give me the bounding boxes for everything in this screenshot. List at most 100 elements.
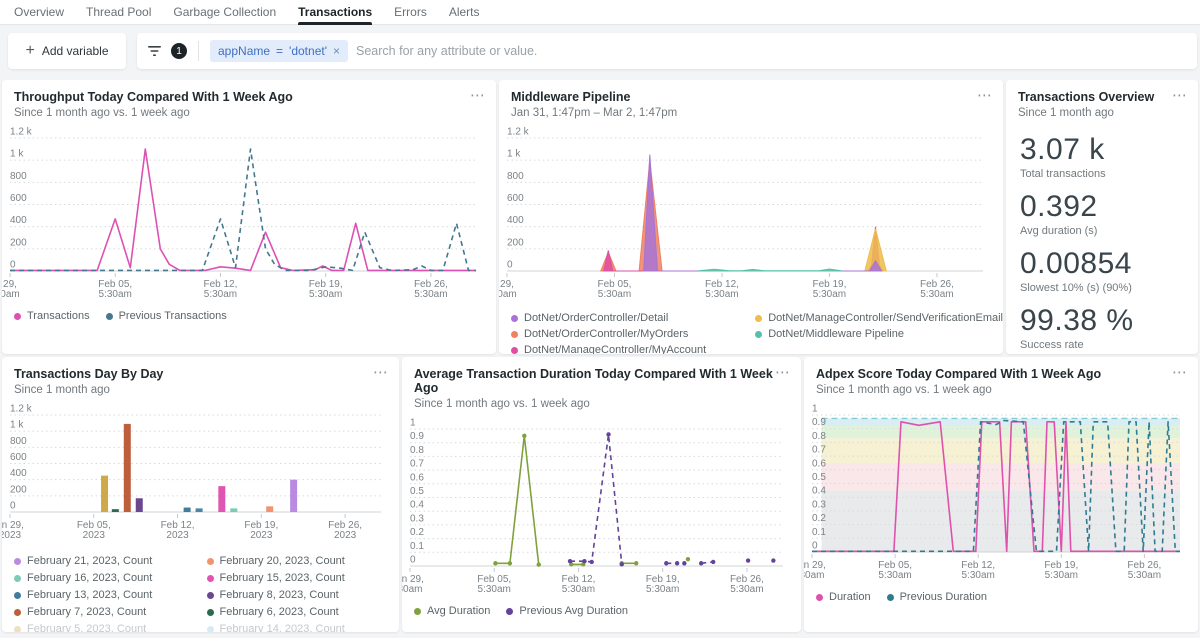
throughput-chart[interactable]: 1.2 k1 k800600400200029,0amFeb 05,5:30am… [2,123,482,301]
metric-value: 99.38 % [1020,304,1198,338]
svg-text:0.5: 0.5 [410,486,424,497]
legend-label: DotNet/Middleware Pipeline [768,328,904,340]
legend-label: DotNet/OrderController/MyOrders [524,328,688,340]
svg-text:5:30am: 5:30am [99,289,132,300]
legend-label: DotNet/OrderController/Detail [524,312,668,324]
panel-subtitle: Since 1 month ago vs. 1 week ago [816,384,1186,396]
panel-avg-duration: Average Transaction Duration Today Compa… [402,357,801,632]
legend-item[interactable]: February 14, 2023, Count [207,623,400,632]
legend-item[interactable]: Previous Transactions [106,310,227,322]
metric-avg-duration: 0.392 Avg duration (s) [1020,190,1198,237]
legend-item[interactable]: DotNet/ManageController/MyAccount [511,344,755,354]
svg-text:5:30am: 5:30am [1128,570,1161,581]
add-variable-label: Add variable [42,44,109,58]
svg-text:0.4: 0.4 [812,486,826,497]
panel-menu-button[interactable]: ⋯ [373,363,389,381]
svg-text:0.5: 0.5 [812,472,826,483]
svg-text:0.6: 0.6 [812,458,826,469]
legend-item[interactable]: February 8, 2023, Count [207,589,400,601]
legend-item[interactable]: February 16, 2023, Count [14,572,207,584]
legend-item[interactable]: February 7, 2023, Count [14,606,207,618]
chart-area: 1.2 k1 k800600400200029,0amFeb 05,5:30am… [499,123,1003,306]
legend-dot [14,626,21,633]
svg-text:0: 0 [10,501,16,512]
legend-dot [207,592,214,599]
tab-errors[interactable]: Errors [394,0,427,25]
legend-item[interactable]: Avg Duration [414,605,490,617]
svg-text:0.7: 0.7 [812,445,826,456]
add-variable-button[interactable]: + Add variable [8,33,126,69]
legend-item[interactable]: DotNet/Middleware Pipeline [755,328,1003,340]
chip-remove-icon[interactable]: × [333,44,340,58]
tab-thread-pool[interactable]: Thread Pool [86,0,151,25]
legend-item[interactable]: DotNet/ManageController/SendVerification… [755,312,1003,324]
legend-item[interactable]: February 21, 2023, Count [14,555,207,567]
legend-dot [887,594,894,601]
legend-label: February 21, 2023, Count [27,555,152,567]
panel-menu-button[interactable]: ⋯ [470,86,486,104]
legend-item[interactable]: February 5, 2023, Count [14,623,207,632]
filter-chip-appname[interactable]: appName = 'dotnet' × [210,40,348,62]
legend-label: February 6, 2023, Count [220,606,339,618]
search-input[interactable] [356,44,1187,58]
svg-text:5:30am: 5:30am [309,289,342,300]
svg-text:5:30am: 5:30am [204,289,237,300]
svg-text:400: 400 [507,215,524,226]
svg-text:2023: 2023 [250,530,273,541]
tab-garbage-collection[interactable]: Garbage Collection [173,0,276,25]
svg-text:0: 0 [507,260,513,271]
legend-item[interactable]: February 15, 2023, Count [207,572,400,584]
legend-item[interactable]: Duration [816,591,871,603]
panel-day-by-day: Transactions Day By Day Since 1 month ag… [2,357,399,632]
legend-label: February 7, 2023, Count [27,606,146,618]
legend-item[interactable]: Previous Duration [887,591,987,603]
legend-label: Duration [829,591,871,603]
svg-text:5:30am: 5:30am [1045,570,1078,581]
legend-label: February 5, 2023, Count [27,623,146,632]
panel-menu-button[interactable]: ⋯ [775,363,791,381]
attribute-search-bar: 1 appName = 'dotnet' × [137,33,1197,69]
legend-label: February 13, 2023, Count [27,589,152,601]
legend-item[interactable]: February 20, 2023, Count [207,555,400,567]
panel-menu-button[interactable]: ⋯ [1172,86,1188,104]
panel-subtitle: Since 1 month ago [1018,107,1186,119]
legend-item[interactable]: February 6, 2023, Count [207,606,400,618]
panel-subtitle: Since 1 month ago vs. 1 week ago [414,398,789,410]
day-by-day-chart[interactable]: 1.2 k1 k8006004002000an 29,2023Feb 05,20… [2,400,387,542]
svg-text:200: 200 [507,237,524,248]
svg-text:1: 1 [812,404,818,415]
legend-item[interactable]: Transactions [14,310,90,322]
legend-item[interactable]: DotNet/OrderController/Detail [511,312,755,324]
apdex-chart[interactable]: 10.90.80.70.60.50.40.30.20.10an 29,30amF… [804,400,1186,582]
svg-text:0.2: 0.2 [410,527,424,538]
panel-header: Average Transaction Duration Today Compa… [402,357,801,412]
legend-label: DotNet/ManageController/SendVerification… [768,312,1003,324]
tab-overview[interactable]: Overview [14,0,64,25]
avg-duration-chart[interactable]: 10.90.80.70.60.50.40.30.20.10an 29,30amF… [402,414,789,596]
svg-text:0.7: 0.7 [410,459,424,470]
legend-label: February 16, 2023, Count [27,572,152,584]
svg-text:2023: 2023 [83,530,106,541]
legend-dot [14,575,21,582]
panel-title: Transactions Day By Day [14,367,387,381]
legend-dot [207,626,214,633]
svg-text:5:30am: 5:30am [705,289,738,300]
legend-item[interactable]: DotNet/OrderController/MyOrders [511,328,755,340]
panel-title: Transactions Overview [1018,90,1186,104]
legend-item[interactable]: Previous Avg Duration [506,605,628,617]
svg-text:30am: 30am [804,570,825,581]
middleware-chart[interactable]: 1.2 k1 k800600400200029,0amFeb 05,5:30am… [499,123,989,301]
legend-dot [14,558,21,565]
tab-transactions[interactable]: Transactions [298,0,372,25]
svg-text:5:30am: 5:30am [478,584,511,595]
svg-text:1: 1 [410,418,416,429]
filter-icon [147,45,163,57]
metric-value: 3.07 k [1020,133,1198,167]
panel-menu-button[interactable]: ⋯ [1172,363,1188,381]
legend-dot [755,331,762,338]
svg-text:5:30am: 5:30am [414,289,447,300]
tab-alerts[interactable]: Alerts [449,0,480,25]
svg-text:0: 0 [10,260,16,271]
panel-menu-button[interactable]: ⋯ [977,86,993,104]
legend-item[interactable]: February 13, 2023, Count [14,589,207,601]
